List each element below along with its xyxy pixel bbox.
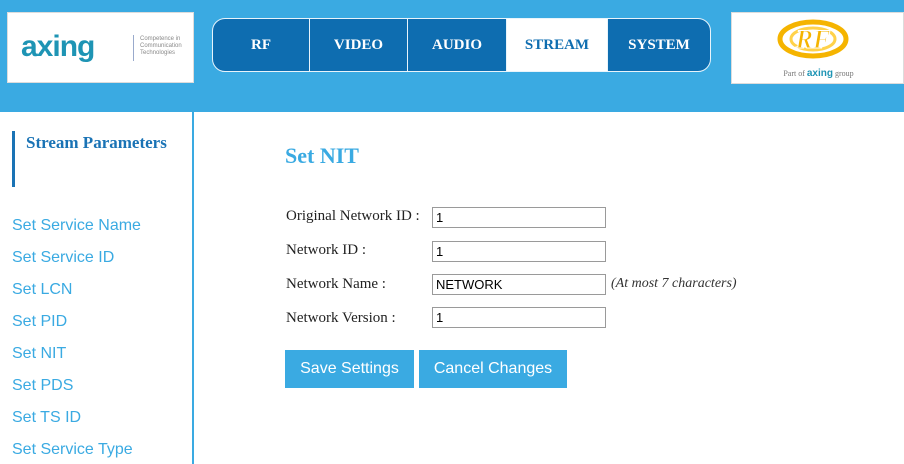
page-title: Set NIT — [285, 143, 359, 168]
network-version-input[interactable] — [432, 307, 606, 328]
axing-tagline: Competence in Communication Technologies — [140, 36, 182, 56]
save-settings-button[interactable]: Save Settings — [285, 350, 414, 388]
sidebar-title: Stream Parameters — [12, 131, 182, 187]
network-name-hint: (At most 7 characters) — [611, 276, 737, 291]
tab-audio[interactable]: AUDIO — [408, 19, 507, 71]
network-id-label: Network ID : — [286, 242, 366, 258]
sidebar-item-set-nit[interactable]: Set NIT — [12, 345, 66, 363]
tab-rf[interactable]: RF — [213, 19, 310, 71]
cancel-changes-button[interactable]: Cancel Changes — [419, 350, 567, 388]
network-name-input[interactable] — [432, 274, 606, 295]
network-id-input[interactable] — [432, 241, 606, 262]
sidebar-item-set-lcn[interactable]: Set LCN — [12, 281, 72, 299]
network-name-label: Network Name : — [286, 276, 386, 292]
main-nav: RF VIDEO AUDIO STREAM SYSTEM — [212, 18, 711, 72]
sidebar-item-set-service-type[interactable]: Set Service Type — [12, 441, 133, 459]
rf-logo-mark-icon: RF — [777, 19, 849, 59]
sidebar-item-set-pds[interactable]: Set PDS — [12, 377, 73, 395]
network-version-label: Network Version : — [286, 310, 396, 326]
axing-logo: axing Competence in Communication Techno… — [7, 12, 194, 83]
header-bar: axing Competence in Communication Techno… — [0, 0, 904, 112]
tab-video[interactable]: VIDEO — [310, 19, 408, 71]
axing-wordmark: axing — [21, 30, 95, 63]
sidebar-item-set-service-name[interactable]: Set Service Name — [12, 217, 141, 235]
sidebar-item-set-service-id[interactable]: Set Service ID — [12, 249, 114, 267]
original-network-id-input[interactable] — [432, 207, 606, 228]
original-network-id-label: Original Network ID : — [286, 208, 420, 224]
sidebar-item-set-pid[interactable]: Set PID — [12, 313, 67, 331]
tab-stream[interactable]: STREAM — [507, 19, 608, 71]
sidebar-item-set-ts-id[interactable]: Set TS ID — [12, 409, 81, 427]
logo-divider — [133, 35, 134, 61]
rf-mark-text: RF — [795, 25, 831, 54]
tab-system[interactable]: SYSTEM — [608, 19, 710, 71]
rf-part-of-text: Part of axing group — [783, 68, 854, 79]
sidebar: Stream Parameters Set Service Name Set S… — [0, 112, 194, 464]
rf-logo: RF Part of axing group — [731, 12, 904, 84]
